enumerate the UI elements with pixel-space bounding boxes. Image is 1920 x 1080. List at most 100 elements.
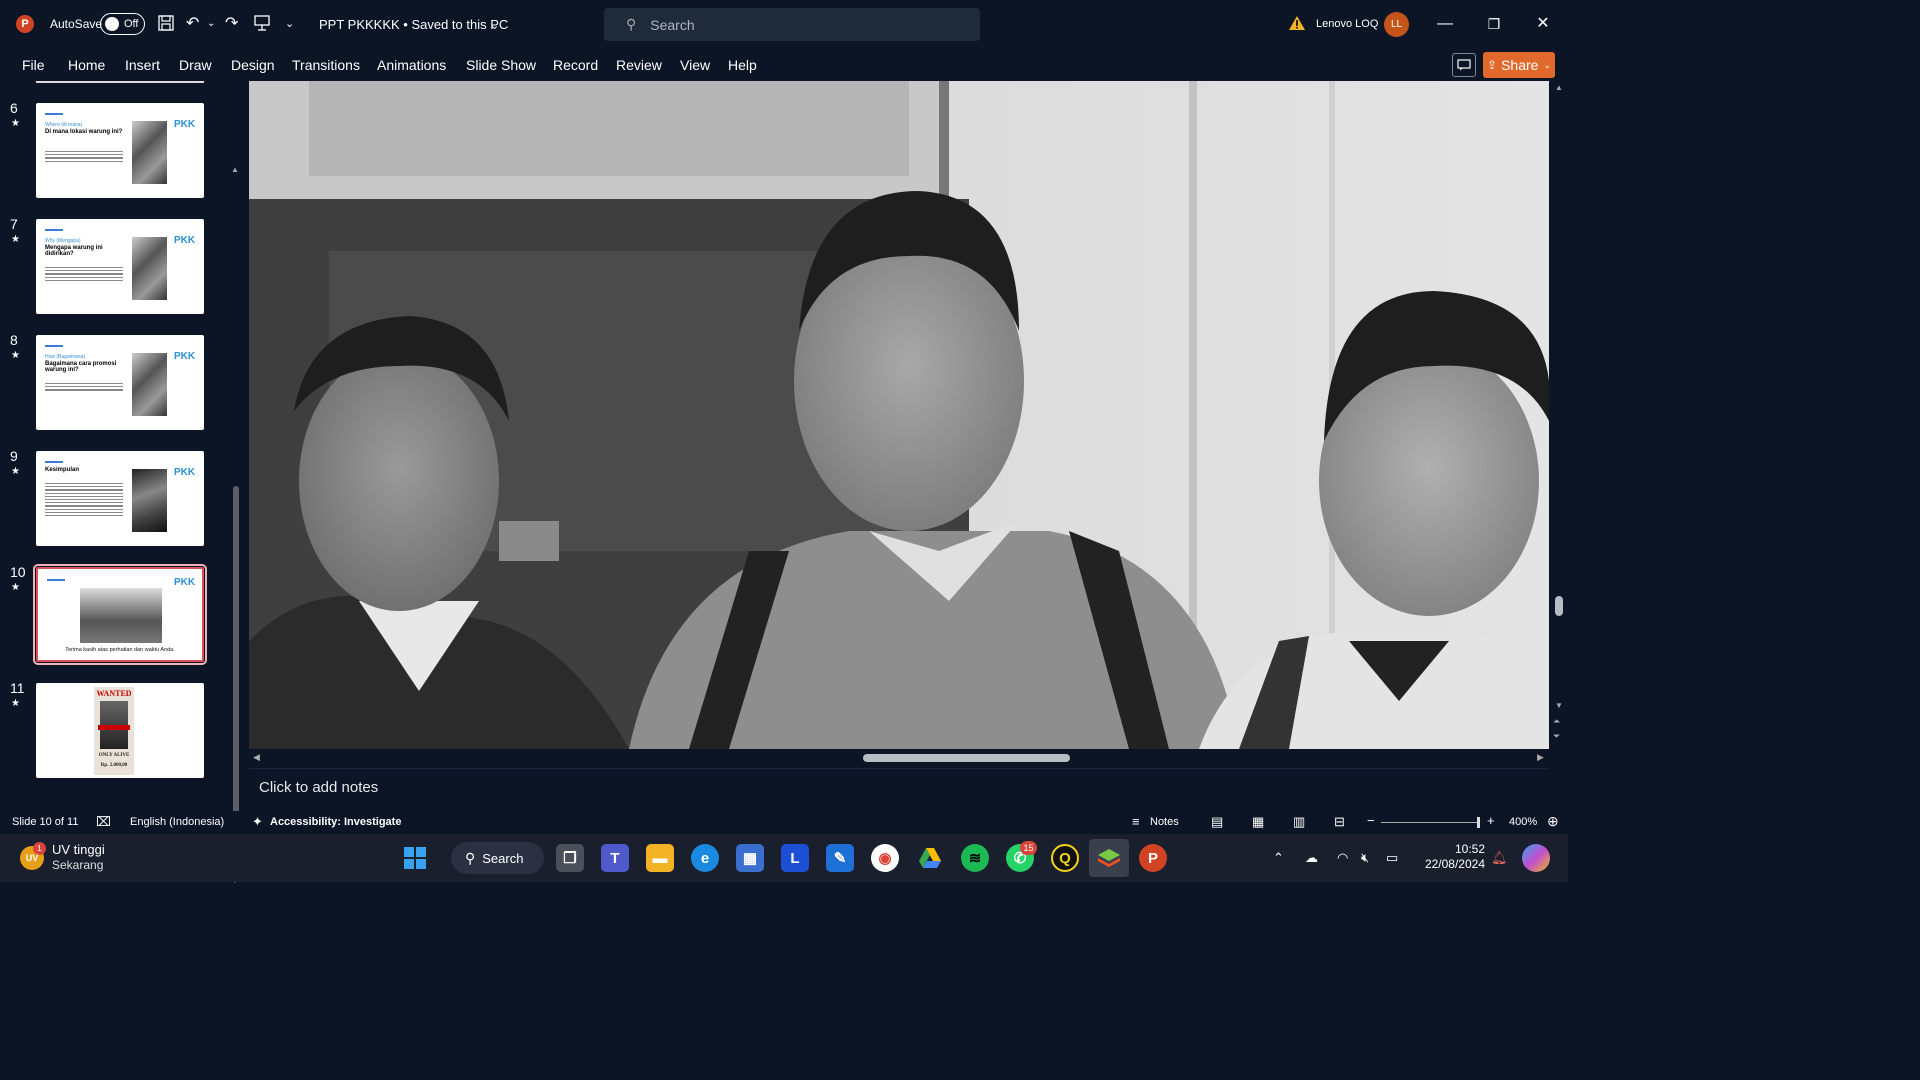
scroll-up-icon[interactable]: ▲: [1555, 83, 1563, 92]
slide-thumbnail-6[interactable]: Where (di mana) Di mana lokasi warung in…: [36, 103, 204, 198]
save-icon[interactable]: [157, 14, 175, 38]
horizontal-scrollbar-thumb[interactable]: [863, 754, 1070, 762]
spelling-check-icon[interactable]: ⌧: [96, 814, 111, 830]
user-avatar[interactable]: LL: [1384, 12, 1409, 37]
present-from-start-icon[interactable]: [254, 14, 270, 38]
vertical-scrollbar-thumb[interactable]: [1555, 596, 1563, 616]
onedrive-icon[interactable]: ☁: [1305, 850, 1318, 866]
autosave-toggle[interactable]: Off: [100, 13, 145, 35]
fit-slide-icon[interactable]: ⊕: [1547, 813, 1559, 830]
scroll-up-icon[interactable]: ▲: [231, 165, 239, 174]
language-indicator[interactable]: English (Indonesia): [130, 816, 224, 828]
thumb-body-lines: [45, 267, 123, 283]
battery-icon[interactable]: ▭: [1386, 850, 1398, 866]
warning-icon[interactable]: [1288, 15, 1306, 31]
tab-transitions[interactable]: Transitions: [292, 57, 360, 73]
tab-help[interactable]: Help: [728, 57, 757, 73]
tab-home[interactable]: Home: [68, 57, 105, 73]
edge-icon[interactable]: e: [691, 844, 719, 872]
zoom-in-icon[interactable]: +: [1487, 813, 1495, 828]
tab-draw[interactable]: Draw: [179, 57, 212, 73]
notification-bell-icon[interactable]: 🔔︎: [1491, 850, 1508, 866]
tab-file[interactable]: File: [22, 57, 45, 73]
user-name[interactable]: Lenovo LOQ: [1316, 18, 1378, 30]
next-slide-icon[interactable]: ⏷: [1553, 731, 1560, 742]
scroll-right-icon[interactable]: ▶: [1537, 752, 1544, 763]
l-app-icon[interactable]: L: [781, 844, 809, 872]
comments-icon[interactable]: [1452, 53, 1476, 77]
thumbnail-scrollbar[interactable]: ▲ ▼: [231, 165, 239, 885]
scroll-down-icon[interactable]: ▼: [1555, 701, 1563, 710]
notes-icon[interactable]: ≡: [1132, 814, 1140, 829]
notes-pane[interactable]: Click to add notes: [249, 768, 1549, 809]
restore-icon[interactable]: ❐: [1482, 12, 1506, 36]
thumb-accent: [45, 113, 63, 115]
accessibility-icon[interactable]: ✦: [252, 814, 263, 830]
slide-thumbnail-11[interactable]: WANTED ONLY ALIVE Rp. 2.000,00: [36, 683, 204, 778]
clock-date: 22/08/2024: [1424, 857, 1485, 871]
zoom-slider-thumb[interactable]: [1477, 817, 1480, 828]
slide-thumbnail-7[interactable]: Why (Mengapa) Mengapa warung ini didirik…: [36, 219, 204, 314]
powerpoint-taskbar-icon[interactable]: P: [1139, 844, 1167, 872]
task-view-icon[interactable]: ❐: [556, 844, 584, 872]
slide-thumbnail-10[interactable]: PKK Terima kasih atas perhatian dan wakt…: [33, 564, 207, 665]
previous-slide-icon[interactable]: ⏶: [1553, 716, 1560, 727]
file-explorer-icon[interactable]: ▬: [646, 844, 674, 872]
undo-icon[interactable]: ↶: [186, 14, 199, 34]
tab-review[interactable]: Review: [616, 57, 662, 73]
tab-view[interactable]: View: [680, 57, 710, 73]
google-drive-icon[interactable]: [916, 844, 944, 872]
thumb-body-lines: [45, 151, 123, 164]
slide-vertical-scrollbar[interactable]: ▲ ▼ ⏶ ⏷: [1551, 81, 1568, 751]
minimize-icon[interactable]: —: [1433, 12, 1457, 36]
show-hidden-icons[interactable]: ⌃: [1273, 850, 1284, 866]
slide-sorter-icon[interactable]: ▦: [1252, 814, 1264, 830]
undo-dropdown-icon[interactable]: ⌄: [207, 14, 215, 34]
zoom-out-icon[interactable]: −: [1367, 813, 1375, 828]
wifi-icon[interactable]: ◠: [1337, 850, 1348, 866]
zoom-slider[interactable]: [1381, 817, 1480, 828]
microsoft-store-icon[interactable]: ▦: [736, 844, 764, 872]
tab-record[interactable]: Record: [553, 57, 598, 73]
slide-thumbnail-8[interactable]: How (Bagaimana) Bagaimana cara promosi w…: [36, 335, 204, 430]
q-app-icon[interactable]: Q: [1051, 844, 1079, 872]
slide-show-icon[interactable]: ⊟: [1334, 814, 1345, 830]
tab-animations[interactable]: Animations: [377, 57, 446, 73]
reading-view-icon[interactable]: ▥: [1293, 814, 1305, 830]
slide-canvas[interactable]: [249, 81, 1549, 749]
slide-number: 9: [10, 448, 18, 464]
thumb-accent: [45, 461, 63, 463]
volume-muted-icon[interactable]: 🔇︎: [1361, 850, 1369, 866]
scroll-left-icon[interactable]: ◀: [253, 752, 260, 763]
search-box[interactable]: ⚲ Search: [604, 8, 980, 41]
tab-slide-show[interactable]: Slide Show: [466, 57, 536, 73]
title-chevron-down-icon[interactable]: ⌄: [490, 16, 499, 36]
taskbar-search[interactable]: ⚲ Search: [451, 842, 544, 874]
accessibility-status[interactable]: Accessibility: Investigate: [270, 816, 401, 828]
close-icon[interactable]: ✕: [1531, 12, 1555, 36]
system-clock[interactable]: 10:52 22/08/2024: [1415, 842, 1485, 872]
bluestacks-icon[interactable]: [1089, 839, 1129, 877]
copilot-icon[interactable]: [1522, 844, 1550, 872]
slide-number: 6: [10, 100, 18, 116]
teams-icon[interactable]: T: [601, 844, 629, 872]
tab-insert[interactable]: Insert: [125, 57, 160, 73]
wanted-caption: ONLY ALIVE: [98, 753, 130, 758]
slide-thumbnail-9[interactable]: Kesimpulan PKK: [36, 451, 204, 546]
share-icon: ⇪: [1487, 58, 1498, 72]
start-icon[interactable]: [401, 844, 429, 872]
chrome-icon[interactable]: ◉: [871, 844, 899, 872]
document-title[interactable]: PPT PKKKKK • Saved to this PC: [319, 17, 508, 32]
pen-app-icon[interactable]: ✎: [826, 844, 854, 872]
redo-icon[interactable]: ↷: [225, 14, 238, 34]
thumb-accent: [45, 229, 63, 231]
normal-view-icon[interactable]: ▤: [1211, 814, 1223, 830]
customize-toolbar-icon[interactable]: ⌄: [285, 14, 294, 34]
spotify-icon[interactable]: ≋: [961, 844, 989, 872]
notes-toggle[interactable]: Notes: [1150, 816, 1179, 828]
share-button[interactable]: ⇪ Share ⌄: [1483, 52, 1555, 78]
zoom-level[interactable]: 400%: [1509, 816, 1537, 828]
slide-horizontal-scrollbar[interactable]: ◀ ▶: [249, 750, 1549, 767]
tab-design[interactable]: Design: [231, 57, 275, 73]
slide-number: 7: [10, 216, 18, 232]
